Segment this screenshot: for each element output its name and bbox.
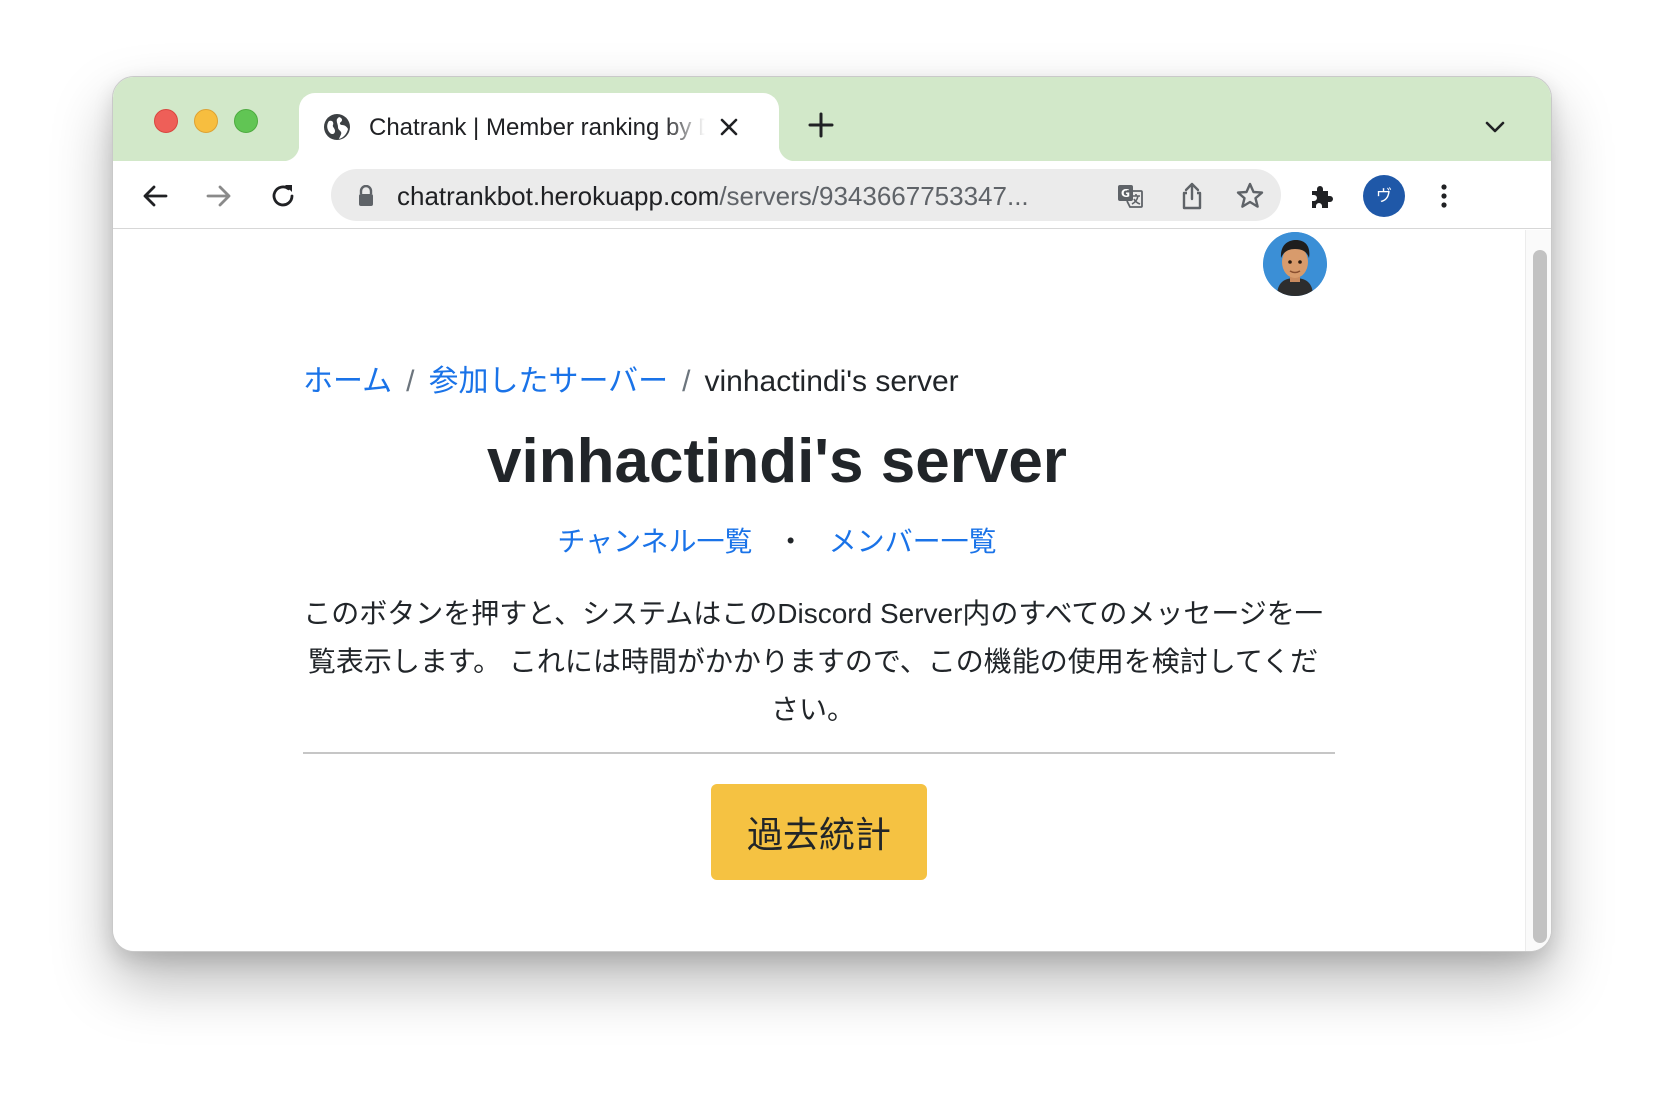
window-minimize-button[interactable]: [194, 109, 218, 133]
member-list-link[interactable]: メンバー一覧: [829, 526, 997, 557]
breadcrumb-joined-servers-link[interactable]: 参加したサーバー: [428, 365, 668, 398]
url-host: chatrankbot.herokuapp.com: [397, 181, 720, 211]
window-close-button[interactable]: [154, 109, 178, 133]
browser-toolbar: chatrankbot.herokuapp.com/servers/934366…: [113, 161, 1551, 229]
scrollbar-thumb[interactable]: [1533, 250, 1547, 943]
link-separator: ・: [776, 526, 805, 557]
svg-text:G: G: [1121, 187, 1130, 200]
scrollbar[interactable]: [1525, 230, 1551, 951]
divider: [303, 752, 1335, 754]
extensions-puzzle-icon[interactable]: [1307, 181, 1337, 211]
profile-avatar[interactable]: ヴ: [1363, 175, 1405, 217]
star-icon[interactable]: [1235, 181, 1265, 211]
description-text: このボタンを押すと、システムはこのDiscord Server内のすべてのメッセ…: [303, 598, 1323, 725]
window-maximize-button[interactable]: [234, 109, 258, 133]
url-path: /servers/9343667753347...: [719, 181, 1029, 211]
breadcrumb-separator: /: [406, 365, 415, 398]
globe-icon: [324, 114, 350, 140]
forward-arrow-icon[interactable]: [204, 181, 234, 211]
server-nav-links: チャンネル一覧・メンバー一覧: [113, 520, 1441, 560]
reload-icon[interactable]: [268, 181, 298, 211]
tab-title: Chatrank | Member ranking by Discord: [369, 114, 705, 141]
plus-icon[interactable]: [807, 111, 835, 139]
user-avatar[interactable]: [1263, 232, 1327, 296]
chevron-down-icon[interactable]: [1483, 115, 1507, 139]
translate-icon[interactable]: G: [1115, 181, 1145, 211]
lock-icon[interactable]: [357, 185, 375, 207]
close-icon[interactable]: [717, 115, 741, 139]
page-title: vinhactindi's server: [487, 427, 1067, 496]
channel-list-link[interactable]: チャンネル一覧: [557, 526, 752, 557]
tab-strip: Chatrank | Member ranking by Discord: [113, 77, 1551, 161]
share-icon[interactable]: [1177, 181, 1207, 211]
breadcrumb-separator: /: [682, 365, 691, 398]
page-content: ホーム / 参加したサーバー / vinhactindi's server vinhac…: [113, 230, 1551, 951]
breadcrumb-current: vinhactindi's server: [704, 365, 959, 398]
browser-window: Chatrank | Member ranking by Discord: [112, 76, 1552, 952]
breadcrumb-home-link[interactable]: ホーム: [303, 365, 392, 398]
more-vert-icon[interactable]: [1429, 181, 1459, 211]
back-arrow-icon[interactable]: [140, 181, 170, 211]
url-text[interactable]: chatrankbot.herokuapp.com/servers/934366…: [397, 181, 1097, 211]
address-bar[interactable]: chatrankbot.herokuapp.com/servers/934366…: [331, 169, 1281, 221]
breadcrumb: ホーム / 参加したサーバー / vinhactindi's server: [303, 356, 959, 400]
history-stats-button[interactable]: 過去統計: [711, 784, 927, 880]
browser-tab[interactable]: Chatrank | Member ranking by Discord: [283, 93, 795, 161]
